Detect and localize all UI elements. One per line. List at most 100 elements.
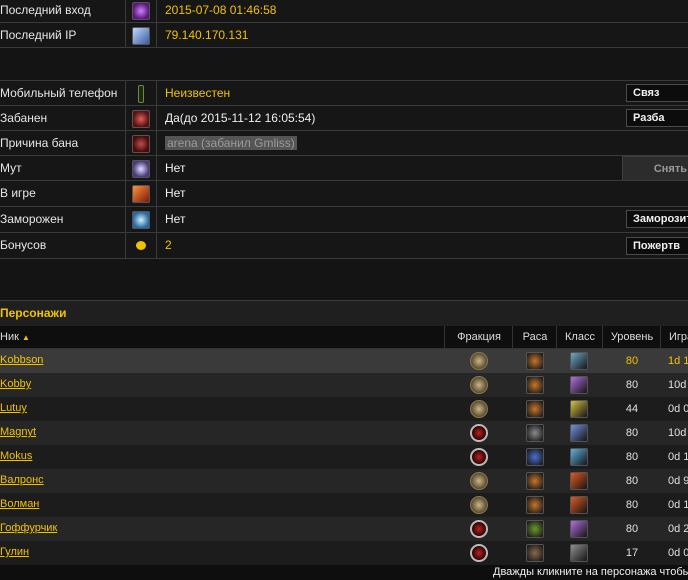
col-class[interactable]: Класс [556,326,603,348]
class-icon [570,544,588,562]
donate-button[interactable]: Пожертв [626,237,688,255]
table-row[interactable]: Гулин 17 0d 0 [0,541,688,565]
network-icon [132,26,150,45]
bonus-value: 2 [165,238,172,252]
character-playtime: 0d 0 [668,403,688,415]
character-name-link[interactable]: Magnyt [0,421,36,443]
character-name-link[interactable]: Валронс [0,469,44,491]
mute-value: Нет [165,161,186,175]
character-name-link[interactable]: Lutuy [0,397,27,419]
characters-table-header: Ник ▲ Фракция Раса Класс Уровень Игра [0,326,688,349]
link-phone-button[interactable]: Связ [626,84,688,102]
phone-value: Неизвестен [165,86,231,100]
characters-title: Персонажи [0,306,67,320]
mute-icon [132,159,150,178]
col-faction[interactable]: Фракция [444,326,513,348]
character-name-link[interactable]: Kobbson [0,349,43,371]
class-icon [570,472,588,490]
banned-value: Да(до 2015-11-12 16:05:54) [165,111,316,125]
character-level: 80 [625,475,639,487]
last-ip-label: Последний IP [0,28,77,42]
alliance-icon [470,472,488,490]
ingame-value: Нет [165,186,186,200]
table-row[interactable]: Волман 80 0d 1 [0,493,688,517]
alliance-icon [470,376,488,394]
character-name-link[interactable]: Гоффурчик [0,517,57,539]
ban-reason-label: Причина бана [0,136,79,150]
ban-reason-value: arena (забанил Gmliss) [165,136,297,150]
race-icon [526,496,544,514]
character-playtime: 0d 1 [668,451,688,463]
table-row[interactable]: Lutuy 44 0d 0 [0,397,688,421]
character-playtime: 1d 1 [668,355,688,367]
race-icon [526,424,544,442]
horde-icon [470,424,488,442]
character-playtime: 0d 2 [668,523,688,535]
bonus-label: Бонусов [0,238,47,252]
last-login-label: Последний вход [0,3,91,17]
class-icon [570,448,588,466]
character-level: 80 [625,379,639,391]
coin-icon [136,241,146,250]
col-race[interactable]: Раса [512,326,557,348]
col-level[interactable]: Уровень [602,326,661,348]
ingame-label: В игре [0,186,36,200]
ban-reason-icon [132,134,150,153]
horde-icon [470,544,488,562]
race-icon [526,544,544,562]
characters-header: Персонажи [0,300,688,327]
unban-button[interactable]: Разба [626,109,688,127]
table-row[interactable]: Валронс 80 0d 9 [0,469,688,493]
ingame-icon [132,184,150,203]
banned-label: Забанен [0,111,48,125]
class-icon [570,496,588,514]
race-icon [526,472,544,490]
character-level: 80 [625,355,639,367]
mute-label: Мут [0,161,22,175]
frost-icon [132,210,150,229]
character-playtime: 0d 0 [668,547,688,559]
class-icon [570,424,588,442]
table-row[interactable]: Kobby 80 10d [0,373,688,397]
col-name[interactable]: Ник ▲ [0,326,444,348]
character-name-link[interactable]: Mokus [0,445,32,467]
horde-icon [470,520,488,538]
character-playtime: 10d [668,379,687,391]
mute-row: Мут Нет Снять [0,155,688,181]
class-icon [570,376,588,394]
race-icon [526,400,544,418]
frozen-value: Нет [165,212,186,226]
frozen-row: Заморожен Нет Заморозит [0,206,688,232]
last-login-row: Последний вход 2015-07-08 01:46:58 [0,0,688,23]
col-time[interactable]: Игра [660,326,688,348]
freeze-button[interactable]: Заморозит [626,210,688,228]
character-level: 44 [625,403,639,415]
table-row[interactable]: Гоффурчик 80 0d 2 [0,517,688,541]
last-ip-row: Последний IP 79.140.170.131 [0,22,688,48]
character-playtime: 0d 1 [668,499,688,511]
character-name-link[interactable]: Kobby [0,373,31,395]
last-login-value: 2015-07-08 01:46:58 [165,3,277,17]
race-icon [526,520,544,538]
unmute-button[interactable]: Снять [622,156,688,181]
ban-hand-icon [132,109,150,128]
table-row[interactable]: Magnyt 80 10d [0,421,688,445]
ingame-row: В игре Нет [0,180,688,206]
ban-reason-row: Причина бана arena (забанил Gmliss) [0,130,688,156]
phone-label: Мобильный телефон [0,86,118,100]
character-level: 17 [625,547,639,559]
character-name-link[interactable]: Гулин [0,541,29,563]
banned-row: Забанен Да(до 2015-11-12 16:05:54) Разба [0,105,688,131]
alliance-icon [470,352,488,370]
alliance-icon [470,496,488,514]
race-icon [526,352,544,370]
footer-hint-bar: Дважды кликните на персонажа чтобы [0,565,688,580]
character-name-link[interactable]: Волман [0,493,39,515]
phone-icon [138,84,144,103]
table-row[interactable]: Mokus 80 0d 1 [0,445,688,469]
table-row[interactable]: Kobbson 80 1d 1 [0,349,688,373]
footer-hint: Дважды кликните на персонажа чтобы [493,566,688,578]
class-icon [570,400,588,418]
character-level: 80 [625,451,639,463]
character-playtime: 10d [668,427,687,439]
